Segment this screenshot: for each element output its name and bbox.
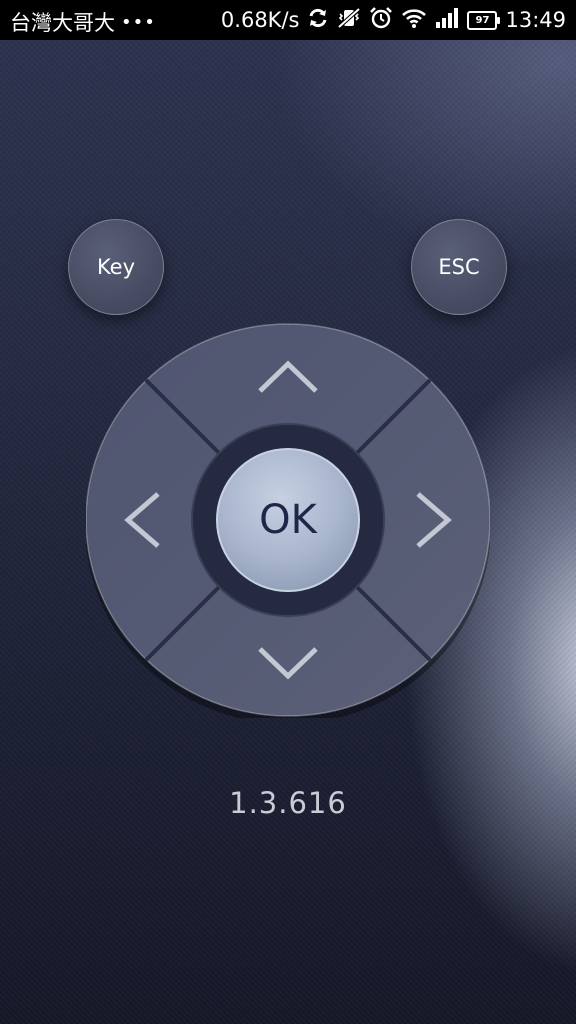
status-bar: 台灣大哥大 ••• 0.68K/s 97 13:49 bbox=[0, 0, 576, 40]
network-speed: 0.68K/s bbox=[220, 8, 300, 32]
version-label: 1.3.616 bbox=[229, 786, 347, 820]
left-button[interactable] bbox=[96, 432, 206, 608]
vibrate-off-icon bbox=[337, 7, 361, 34]
notification-dots: ••• bbox=[121, 12, 156, 33]
esc-button-label: ESC bbox=[438, 255, 480, 279]
carrier-name: 台灣大哥大 bbox=[10, 11, 115, 35]
key-button-label: Key bbox=[96, 255, 136, 279]
alarm-icon bbox=[369, 6, 393, 35]
signal-icon bbox=[435, 7, 459, 34]
clock: 13:49 bbox=[505, 8, 566, 32]
sync-icon bbox=[307, 7, 329, 34]
esc-button[interactable]: ESC bbox=[411, 219, 507, 315]
battery-icon: 97 bbox=[467, 10, 501, 30]
wifi-icon bbox=[401, 7, 427, 34]
ok-button[interactable] bbox=[216, 448, 360, 592]
key-button[interactable]: Key bbox=[68, 219, 164, 315]
right-button[interactable] bbox=[370, 432, 480, 608]
dpad-graphic bbox=[86, 323, 490, 718]
dpad: OK bbox=[86, 322, 490, 718]
